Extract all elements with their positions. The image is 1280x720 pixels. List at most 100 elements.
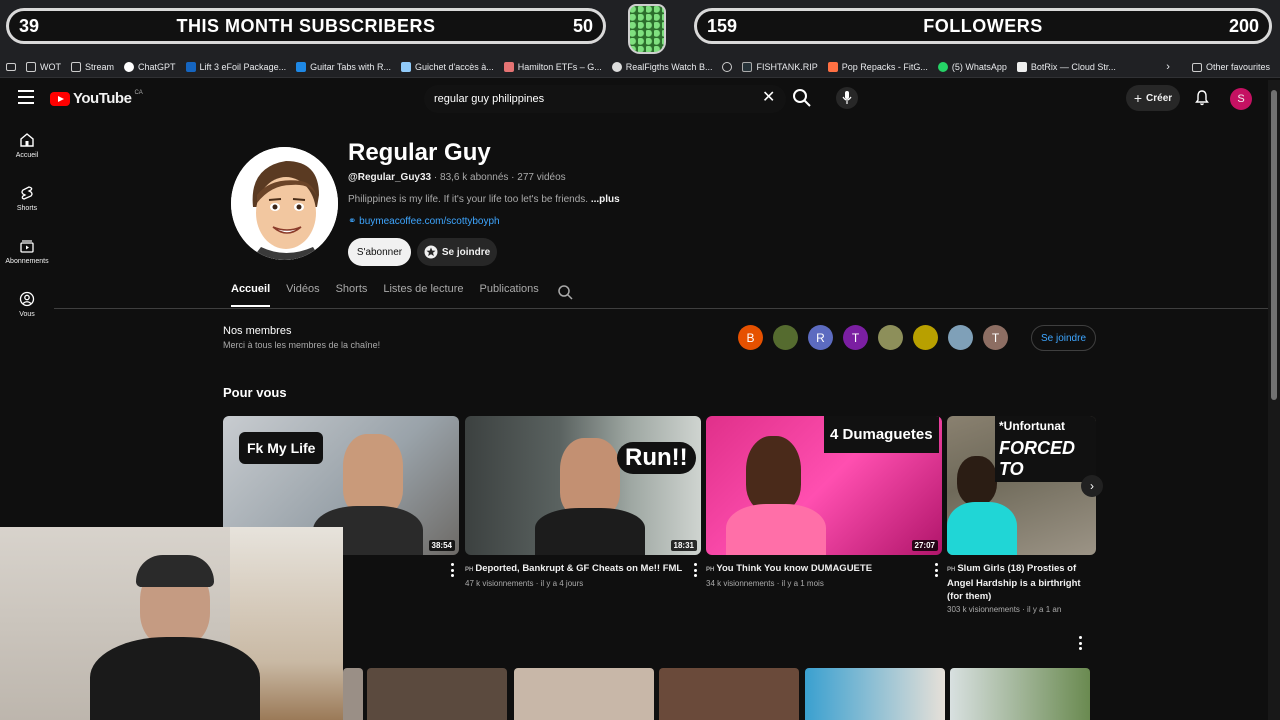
subscriptions-icon [20, 240, 34, 253]
video-title: PH Slum Girls (18) Prosties of Angel Hard… [947, 563, 1081, 602]
video-duration: 38:54 [428, 540, 455, 551]
channel-link[interactable]: ⚭ buymeacoffee.com/scottyboyph [348, 216, 500, 227]
video-meta: 47 k visionnements · il y a 4 jours [465, 579, 584, 588]
channel-avatar[interactable] [231, 147, 338, 260]
site-icon [742, 61, 753, 72]
join-button[interactable]: Se joindre [417, 238, 497, 266]
video-thumbnail[interactable]: 4 Dumaguetes 27:07 [706, 416, 942, 555]
folder-icon [71, 61, 81, 72]
tab-shorts[interactable]: Shorts [336, 283, 368, 307]
member-avatar[interactable] [948, 325, 973, 350]
folder-icon [1191, 62, 1202, 72]
clear-search-icon[interactable]: ✕ [762, 90, 775, 106]
video-thumbnail[interactable]: Run!! 18:31 [465, 416, 701, 555]
bookmark-item[interactable]: WOT [26, 61, 61, 72]
member-avatar[interactable] [878, 325, 903, 350]
bookmark-item[interactable] [722, 61, 733, 72]
channel-description[interactable]: Philippines is my life. If it's your lif… [348, 194, 620, 205]
bookmark-item[interactable]: Guitar Tabs with R... [296, 61, 391, 72]
menu-icon[interactable] [18, 90, 34, 104]
wordpress-icon [611, 61, 622, 72]
microphone-icon[interactable] [836, 87, 858, 109]
create-button[interactable]: + Créer [1126, 85, 1180, 111]
more-options-icon[interactable] [934, 563, 938, 577]
bookmark-item[interactable]: FISHTANK.RIP [742, 61, 818, 72]
bookmark-item[interactable]: Lift 3 eFoil Package... [185, 61, 286, 72]
followers-label: FOLLOWERS [923, 15, 1043, 36]
thumbnail-caption-2: FORCED TO [995, 436, 1096, 482]
bookmark-item[interactable]: Guichet d'accès à... [400, 61, 494, 72]
youtube-header: YouTube CA regular guy philippines ✕ + C… [0, 80, 1268, 118]
search-input[interactable]: regular guy philippines [424, 85, 786, 113]
subscribe-button[interactable]: S'abonner [348, 238, 411, 266]
site-icon [503, 61, 514, 72]
thumbnail-caption: Run!! [617, 442, 696, 474]
more-options-icon[interactable] [450, 563, 454, 577]
streamer-webcam [0, 527, 343, 720]
member-avatar[interactable]: R [808, 325, 833, 350]
page-scrollbar[interactable] [1268, 80, 1280, 720]
bookmarks-bar: WOT Stream ChatGPT Lift 3 eFoil Package.… [0, 56, 1280, 78]
video-card[interactable]: 4 Dumaguetes 27:07 PH You Think You know … [706, 416, 942, 588]
channel-tabs: Accueil Vidéos Shorts Listes de lecture … [231, 283, 539, 307]
followers-goal: 200 [1228, 15, 1259, 36]
bookmark-item[interactable]: (5) WhatsApp [937, 61, 1007, 72]
site-icon [827, 61, 838, 72]
video-thumbnail[interactable] [367, 668, 507, 720]
bookmark-item[interactable]: ChatGPT [124, 61, 176, 72]
channel-search-icon[interactable] [557, 284, 573, 300]
person-image [343, 434, 403, 514]
bookmark-item[interactable]: Hamilton ETFs – G... [503, 61, 602, 72]
account-avatar[interactable]: S [1230, 88, 1252, 110]
apps-icon[interactable] [6, 62, 16, 71]
video-thumbnail[interactable] [950, 668, 1090, 720]
bookmark-item[interactable]: BotRix — Cloud Str... [1016, 61, 1116, 72]
scrollbar-thumb[interactable] [1271, 90, 1277, 400]
tab-home[interactable]: Accueil [231, 283, 271, 307]
member-avatar[interactable]: T [843, 325, 868, 350]
nav-item-subscriptions[interactable]: Abonnements [0, 230, 54, 283]
video-title: PH Deported, Bankrupt & GF Cheats on Me!!… [465, 563, 683, 574]
membership-star-icon [424, 245, 438, 259]
video-card[interactable]: Run!! 18:31 PH Deported, Bankrupt & GF Ch… [465, 416, 701, 588]
video-thumbnail[interactable] [343, 668, 363, 720]
video-thumbnail[interactable] [659, 668, 799, 720]
screen: WOT Stream ChatGPT Lift 3 eFoil Package.… [0, 0, 1280, 720]
nav-item-shorts[interactable]: Shorts [0, 177, 54, 230]
member-avatar[interactable] [913, 325, 938, 350]
member-avatar[interactable] [773, 325, 798, 350]
globe-icon [722, 61, 733, 72]
bookmark-item[interactable]: Pop Repacks - FitG... [827, 61, 928, 72]
home-icon [20, 133, 34, 147]
tab-posts[interactable]: Publications [479, 283, 538, 307]
member-avatar[interactable]: B [738, 325, 763, 350]
video-card[interactable]: *Unfortunat FORCED TO PH Slum Girls (18) … [947, 416, 1096, 614]
person-shirt-image [947, 502, 1017, 555]
chevron-right-icon: › [1090, 479, 1094, 493]
video-thumbnail[interactable] [514, 668, 654, 720]
person-image [560, 438, 620, 516]
carousel-next-button[interactable]: › [1081, 475, 1103, 497]
you-icon [19, 291, 35, 307]
nav-item-you[interactable]: Vous [0, 283, 54, 336]
chevron-right-icon[interactable]: › [1166, 61, 1170, 73]
nav-item-home[interactable]: Accueil [0, 124, 54, 177]
search-icon[interactable] [792, 88, 812, 108]
tab-playlists[interactable]: Listes de lecture [383, 283, 463, 307]
member-avatar[interactable]: T [983, 325, 1008, 350]
more-link[interactable]: ...plus [591, 194, 620, 205]
more-options-icon[interactable] [1079, 636, 1083, 650]
thumbnail-caption: 4 Dumaguetes [824, 416, 939, 453]
video-thumbnail[interactable]: *Unfortunat FORCED TO [947, 416, 1096, 555]
tab-videos[interactable]: Vidéos [286, 283, 319, 307]
bookmark-item[interactable]: Stream [71, 61, 114, 72]
notifications-bell-icon[interactable] [1194, 90, 1210, 106]
video-thumbnail[interactable] [805, 668, 945, 720]
video-duration: 27:07 [911, 540, 938, 551]
other-favourites[interactable]: › Other favourites [1166, 56, 1270, 77]
channel-handle: @Regular_Guy33 [348, 172, 432, 183]
members-join-button[interactable]: Se joindre [1031, 325, 1096, 351]
more-options-icon[interactable] [693, 563, 697, 577]
youtube-logo[interactable]: YouTube CA [50, 90, 143, 107]
bookmark-item[interactable]: RealFigths Watch B... [611, 61, 712, 72]
